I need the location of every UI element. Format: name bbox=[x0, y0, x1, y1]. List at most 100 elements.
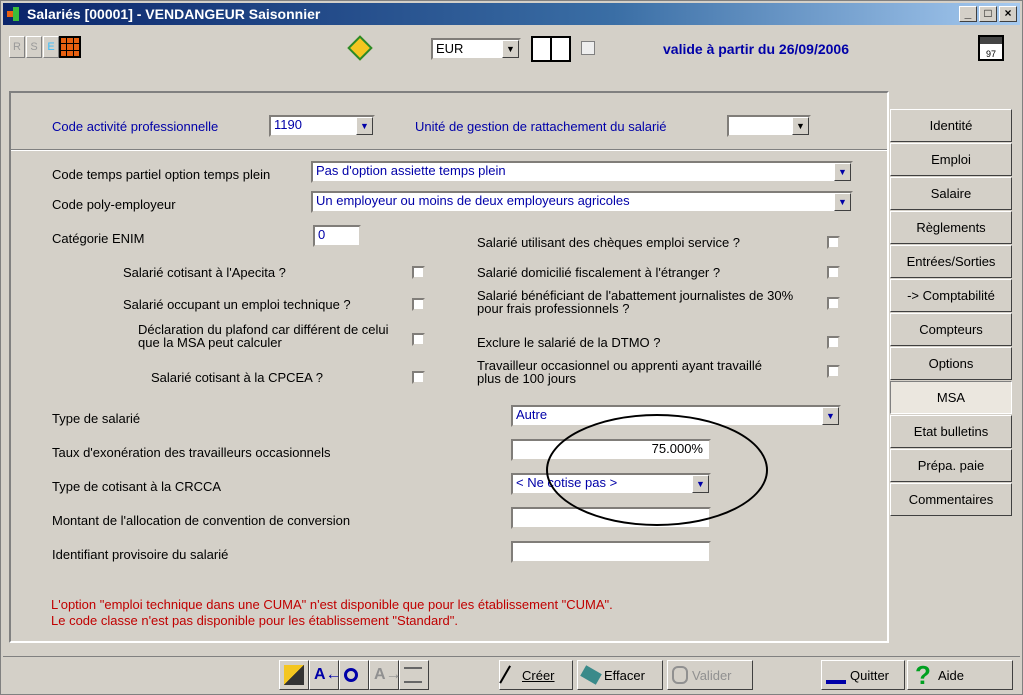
r-button[interactable]: R bbox=[9, 36, 25, 58]
s-button[interactable]: S bbox=[26, 36, 42, 58]
emploi-technique-checkbox[interactable] bbox=[412, 298, 425, 311]
identifiant-label: Identifiant provisoire du salarié bbox=[52, 547, 229, 562]
code-activite-select[interactable]: 1190 ▼ bbox=[269, 115, 375, 137]
creer-label: Créer bbox=[522, 667, 555, 683]
list-icon[interactable] bbox=[399, 660, 429, 690]
montant-alloc-label: Montant de l'allocation de convention de… bbox=[52, 513, 351, 528]
creer-button[interactable]: Créer bbox=[499, 660, 573, 690]
sort-desc-icon[interactable]: A→ bbox=[369, 660, 402, 690]
tab-comptabilite[interactable]: -> Comptabilité bbox=[890, 279, 1012, 312]
rse-group: R S E bbox=[9, 36, 59, 58]
chevron-down-icon[interactable]: ▼ bbox=[692, 475, 709, 493]
exit-door-icon bbox=[826, 666, 846, 684]
categorie-enim-label: Catégorie ENIM bbox=[52, 231, 145, 246]
code-activite-label: Code activité professionnelle bbox=[52, 119, 219, 134]
valider-button[interactable]: Valider bbox=[667, 660, 753, 690]
tab-commentaires[interactable]: Commentaires bbox=[890, 483, 1012, 516]
check-label-dtmo: Exclure le salarié de la DTMO ? bbox=[477, 335, 661, 350]
declaration-plafond-checkbox[interactable] bbox=[412, 333, 425, 346]
calendar-icon[interactable]: 97 bbox=[978, 35, 1004, 61]
chevron-down-icon[interactable]: ▼ bbox=[834, 193, 851, 211]
e-button[interactable]: E bbox=[43, 36, 59, 58]
poly-employeur-label: Code poly-employeur bbox=[52, 197, 176, 212]
eraser-icon bbox=[580, 665, 602, 685]
tab-emploi[interactable]: Emploi bbox=[890, 143, 1012, 176]
check-label-emploi-technique: Salarié occupant un emploi technique ? bbox=[123, 297, 351, 312]
check-label-domicilie-etranger: Salarié domicilié fiscalement à l'étrang… bbox=[477, 265, 721, 280]
chevron-down-icon[interactable]: ▼ bbox=[792, 117, 809, 135]
chevron-down-icon[interactable]: ▼ bbox=[356, 117, 373, 135]
poly-employeur-select[interactable]: Un employeur ou moins de deux employeurs… bbox=[311, 191, 853, 213]
chevron-down-icon[interactable]: ▼ bbox=[822, 407, 839, 425]
currency-select[interactable]: EUR ▼ bbox=[431, 38, 521, 60]
chevron-down-icon[interactable]: ▼ bbox=[834, 163, 851, 181]
type-cotisant-label: Type de cotisant à la CRCCA bbox=[52, 479, 222, 494]
diamond-icon[interactable] bbox=[347, 35, 373, 61]
tab-identite[interactable]: Identité bbox=[890, 109, 1012, 142]
montant-alloc-input[interactable] bbox=[511, 507, 711, 529]
quitter-label: Quitter bbox=[850, 667, 890, 683]
dtmo-checkbox[interactable] bbox=[827, 336, 840, 349]
valider-label: Valider bbox=[692, 667, 732, 683]
poly-employeur-value: Un employeur ou moins de deux employeurs… bbox=[316, 193, 630, 208]
tab-reglements[interactable]: Règlements bbox=[890, 211, 1012, 244]
minimize-button[interactable]: _ bbox=[959, 6, 977, 22]
maximize-button[interactable]: □ bbox=[979, 6, 997, 22]
main-window: Salariés [00001] - VENDANGEUR Saisonnier… bbox=[0, 0, 1023, 695]
search-icon[interactable] bbox=[339, 660, 369, 690]
travailleur-occasionnel-checkbox[interactable] bbox=[827, 365, 840, 378]
info-message-1: L'option "emploi technique dans une CUMA… bbox=[51, 597, 613, 612]
tab-entrees-sorties[interactable]: Entrées/Sorties bbox=[890, 245, 1012, 278]
temps-partiel-value: Pas d'option assiette temps plein bbox=[316, 163, 506, 178]
quitter-button[interactable]: Quitter bbox=[821, 660, 905, 690]
tab-msa[interactable]: MSA bbox=[890, 381, 1012, 414]
bottom-toolbar: A← A→ Créer Effacer Valider Quitter ? Ai… bbox=[3, 656, 1020, 692]
grid-icon[interactable] bbox=[59, 36, 81, 58]
temps-partiel-select[interactable]: Pas d'option assiette temps plein ▼ bbox=[311, 161, 853, 183]
type-cotisant-select[interactable]: < Ne cotise pas > ▼ bbox=[511, 473, 711, 495]
check-label-apecita: Salarié cotisant à l'Apecita ? bbox=[123, 265, 286, 280]
taux-exo-input[interactable]: 75.000% bbox=[511, 439, 711, 461]
cpcea-checkbox[interactable] bbox=[412, 371, 425, 384]
book-icon[interactable] bbox=[531, 36, 571, 62]
tab-options[interactable]: Options bbox=[890, 347, 1012, 380]
unite-gestion-label: Unité de gestion de rattachement du sala… bbox=[415, 119, 667, 134]
domicilie-etranger-checkbox[interactable] bbox=[827, 266, 840, 279]
type-cotisant-value: < Ne cotise pas > bbox=[516, 475, 618, 490]
type-salarie-select[interactable]: Autre ▼ bbox=[511, 405, 841, 427]
divider bbox=[11, 149, 887, 151]
chevron-down-icon[interactable]: ▼ bbox=[502, 40, 519, 58]
magic-wand-icon bbox=[499, 665, 513, 685]
close-button[interactable]: × bbox=[999, 6, 1017, 22]
check-label-declaration-plafond: Déclaration du plafond car différent de … bbox=[138, 322, 389, 350]
abattement-journalistes-checkbox[interactable] bbox=[827, 297, 840, 310]
type-salarie-value: Autre bbox=[516, 407, 548, 422]
check-label-travailleur-occasionnel: Travailleur occasionnel ou apprenti ayan… bbox=[477, 358, 762, 386]
help-icon: ? bbox=[915, 660, 931, 690]
aide-button[interactable]: ? Aide bbox=[907, 660, 1013, 690]
apecita-checkbox[interactable] bbox=[412, 266, 425, 279]
temps-partiel-label: Code temps partiel option temps plein bbox=[52, 167, 271, 182]
toolbar: R S E EUR ▼ valide à partir du 26/09/200… bbox=[3, 27, 1020, 69]
calendar-year: 97 bbox=[985, 49, 996, 59]
taux-exo-label: Taux d'exonération des travailleurs occa… bbox=[52, 445, 331, 460]
title-bar: Salariés [00001] - VENDANGEUR Saisonnier… bbox=[3, 3, 1020, 25]
tab-compteurs[interactable]: Compteurs bbox=[890, 313, 1012, 346]
cheques-emploi-checkbox[interactable] bbox=[827, 236, 840, 249]
check-label-abattement-journalistes: Salarié bénéficiant de l'abattement jour… bbox=[477, 288, 794, 316]
check-label-cheques-emploi: Salarié utilisant des chèques emploi ser… bbox=[477, 235, 741, 250]
identifiant-input[interactable] bbox=[511, 541, 711, 563]
tab-etat-bulletins[interactable]: Etat bulletins bbox=[890, 415, 1012, 448]
pencil-icon[interactable] bbox=[279, 660, 309, 690]
unite-gestion-select[interactable]: ▼ bbox=[727, 115, 811, 137]
categorie-enim-input[interactable]: 0 bbox=[313, 225, 361, 247]
copy-icon[interactable] bbox=[581, 41, 595, 55]
sort-asc-icon[interactable]: A← bbox=[309, 660, 342, 690]
valid-from-text: valide à partir du 26/09/2006 bbox=[663, 41, 849, 57]
window-title: Salariés [00001] - VENDANGEUR Saisonnier bbox=[27, 6, 321, 22]
tab-prepa-paie[interactable]: Prépa. paie bbox=[890, 449, 1012, 482]
aide-label: Aide bbox=[938, 667, 965, 683]
tab-salaire[interactable]: Salaire bbox=[890, 177, 1012, 210]
app-icon bbox=[7, 7, 23, 21]
effacer-button[interactable]: Effacer bbox=[577, 660, 663, 690]
